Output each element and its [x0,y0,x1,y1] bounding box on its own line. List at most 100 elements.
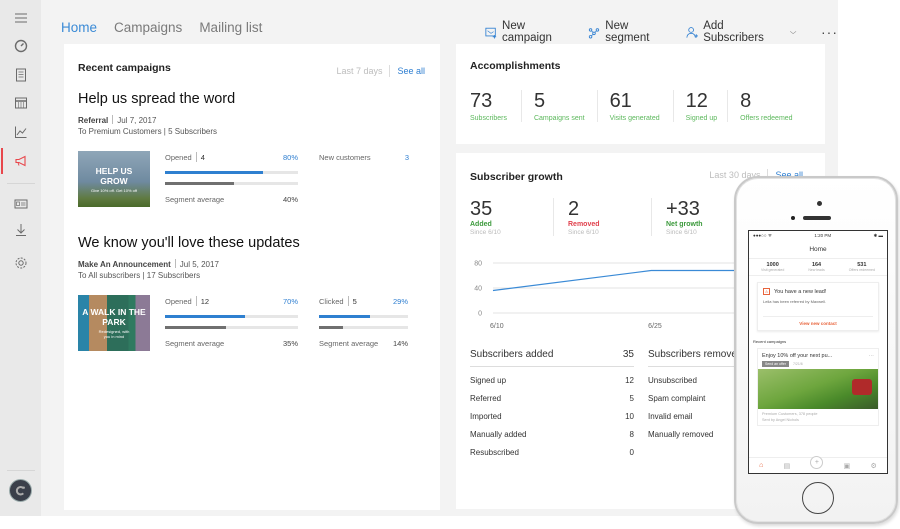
campaign-title[interactable]: Help us spread the word [78,91,235,107]
thumbnail-subtitle: Give 10% off. Get 10% off [90,187,138,193]
accomplishments-title: Accomplishments [470,60,561,72]
campaign-type: Make An Announcement [78,260,171,269]
new-lead-card: ⚠ You have a new lead! Leila has been ref… [757,282,879,331]
accomplishments-card: Accomplishments 73 Subscribers 5 Campaig… [456,44,825,144]
phone-stats: 1000 Visit generated 164 New leads 531 Offe… [749,258,887,276]
campaigns-icon[interactable]: ▤ [784,462,791,470]
toolbar: New campaign New segment Add Subscribers… [485,20,838,44]
stat-campaigns-sent: 5 Campaigns sent [534,90,598,122]
stat-signed-up: 12 Signed up [686,90,729,122]
thumbnail-title: A WALK IN THE PARK [82,307,146,327]
thumbnail-subtitle: Redesigned, with you in mind [98,329,130,339]
stat-visits-generated: 61 Visits generated [610,90,674,122]
accomplishments-stats: 73 Subscribers 5 Campaigns sent 61 Visit… [470,90,819,122]
new-segment-button[interactable]: New segment [588,20,670,44]
download-icon[interactable] [0,218,41,242]
more-icon[interactable]: ··· [869,353,875,359]
segment-average-label: Segment average [165,195,225,204]
sidebar-divider-bottom [7,470,35,471]
row-label: Manually removed [648,430,714,439]
see-all-link[interactable]: See all [397,66,425,76]
y-tick-label: 40 [474,286,482,293]
tab-campaigns[interactable]: Campaigns [114,20,182,35]
stat-removed: 2 Removed Since 6/10 [568,198,652,236]
home-button[interactable] [802,482,834,514]
chart-trend-icon[interactable] [0,120,41,144]
phone-body: ●●●○○ ᯤ 1:20 PM ✱ ▬ Home 1000 Visit gener… [734,176,898,524]
chevron-down-icon [789,30,797,34]
campaign-thumbnail[interactable]: A WALK IN THE PARK Redesigned, with you … [78,295,150,351]
row-label: Invalid email [648,412,693,421]
table-row: Manually added 8 [470,430,634,439]
segment-average-label: Segment average [165,339,225,348]
contacts-icon[interactable]: ▣ [844,462,851,470]
row-label: Spam complaint [648,394,706,403]
metric-count: 5 [352,296,357,306]
view-new-contact-link[interactable]: View new contact [763,316,873,330]
stat-value: 35 [470,198,493,220]
phone-stat: 531 Offers redeemed [849,262,875,272]
metric-count: 12 [200,296,210,306]
more-options-button[interactable]: ··· [821,24,838,40]
stat-value: 8 [740,90,752,112]
lead-text: Leila has been referred by Maxwell. [763,299,827,304]
subscriber-growth-title: Subscriber growth [470,171,563,183]
stat-label: Subscribers [470,115,507,122]
avatar[interactable] [9,479,32,502]
table-title: Subscribers remove [648,349,737,360]
table-row: Imported 10 [470,412,634,421]
opened-progress-bar [165,315,298,318]
phone-tab-bar: ⌂ ▤ + ▣ ⚙ [749,456,887,473]
add-icon[interactable]: + [810,456,824,469]
megaphone-icon[interactable] [0,149,41,173]
segment-average-label: Segment average [319,339,379,348]
clock: 1:20 PM [814,233,832,238]
subscribers-added-table: Subscribers added 35 Signed up 12 Referre… [470,349,634,457]
campaign-thumbnail[interactable]: HELP US GROW Give 10% off. Get 10% off [78,151,150,207]
sidebar [0,0,41,516]
clicked-metric: Clicked 5 29% Segment average 14% [319,296,408,348]
stat-value: 2 [568,198,580,220]
row-label: Manually added [470,430,527,439]
dashboard-gauge-icon[interactable] [0,34,41,58]
stat-label: New leads [808,268,825,272]
stat-label: Campaigns sent [533,115,585,122]
campaign-type-date: Referral Jul 7, 2017 [78,115,156,125]
segment-average-value: 14% [392,339,408,348]
new-campaign-label: New campaign [502,20,552,44]
recent-campaigns-meta: Last 7 days See all [336,65,425,77]
opened-progress-bar [165,171,298,174]
add-subscribers-button[interactable]: Add Subscribers [686,20,797,44]
table-row: Resubscribed 0 [470,448,634,457]
phone-campaign-card[interactable]: Enjoy 10% off your next pu... ··· Send an… [757,348,879,426]
stat-label: Visits generated [609,115,660,122]
campaign-sender: Sent by Angel Nichols [762,418,799,422]
row-value: 0 [629,448,634,457]
home-icon[interactable]: ⌂ [759,462,763,469]
tab-home[interactable]: Home [61,20,97,35]
phone-mockup: ●●●○○ ᯤ 1:20 PM ✱ ▬ Home 1000 Visit gener… [734,176,900,528]
new-segment-icon [589,27,600,38]
stat-value: 5 [533,90,546,112]
campaign-date: 7/21/6 [792,362,803,366]
campaign-title[interactable]: We know you'll love these updates [78,235,300,251]
x-tick-label: 6/10 [490,323,504,330]
segment-average-bar [319,326,408,329]
metric-label: Opened [165,152,192,162]
clicked-progress-bar [319,315,408,318]
recent-campaigns-title: Recent campaigns [78,62,171,74]
new-segment-label: New segment [605,20,650,44]
contact-card-icon[interactable] [0,192,41,216]
new-campaign-button[interactable]: New campaign [485,20,572,44]
camera-icon [817,201,822,206]
new-customers-value: 3 [404,153,409,162]
tab-mailing-list[interactable]: Mailing list [199,20,262,35]
campaign-type: Referral [78,116,109,125]
settings-icon[interactable]: ⚙ [871,462,877,470]
hamburger-menu-icon[interactable] [0,6,41,30]
calendar-icon[interactable] [0,91,41,115]
gear-icon[interactable] [0,251,41,275]
signal-indicator: ●●●○○ ᯤ [753,233,772,238]
document-icon[interactable] [0,63,41,87]
new-customers-metric: New customers 3 [319,153,409,162]
